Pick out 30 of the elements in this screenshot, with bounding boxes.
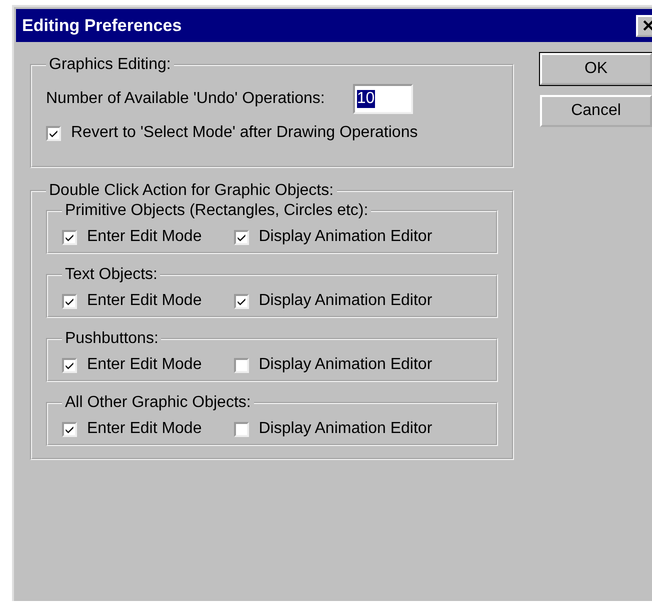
checkbox[interactable]	[46, 126, 61, 140]
checkbox-label: Enter Edit Mode	[87, 356, 202, 374]
group-title: Double Click Action for Graphic Objects:	[48, 182, 335, 200]
checkbox-label: Display Animation Editor	[258, 420, 432, 438]
checkbox[interactable]	[62, 422, 77, 436]
group-title: Graphics Editing:	[48, 56, 172, 74]
checkbox-label: Display Animation Editor	[258, 356, 432, 374]
checkbox-label: Display Animation Editor	[258, 228, 432, 246]
checkbox[interactable]	[62, 358, 77, 372]
checkbox[interactable]	[234, 230, 249, 244]
close-icon	[642, 20, 652, 31]
group-title: Primitive Objects (Rectangles, Circles etc):	[64, 202, 370, 220]
checkbox-label: Enter Edit Mode	[87, 292, 202, 310]
field-label: Number of Available 'Undo' Operations:	[46, 90, 325, 108]
checkbox-label: Enter Edit Mode	[87, 420, 202, 438]
checkbox[interactable]	[234, 358, 249, 372]
checkbox-label: Enter Edit Mode	[87, 228, 202, 246]
checkbox[interactable]	[62, 230, 77, 244]
checkbox-label: Revert to 'Select Mode' after Drawing Operations	[71, 124, 418, 142]
checkbox[interactable]	[234, 294, 249, 308]
checkbox[interactable]	[234, 422, 249, 436]
dialog-button[interactable]: OK	[540, 53, 652, 85]
window-title: Editing Preferences	[22, 16, 183, 36]
group-title: Pushbuttons:	[64, 330, 160, 348]
checkbox[interactable]	[62, 294, 77, 308]
group-title: All Other Graphic Objects:	[64, 394, 252, 412]
checkbox-label: Display Animation Editor	[258, 292, 432, 310]
input-field[interactable]: 10	[352, 84, 413, 114]
group-title: Text Objects:	[64, 266, 158, 284]
dialog-button[interactable]: Cancel	[540, 95, 652, 127]
